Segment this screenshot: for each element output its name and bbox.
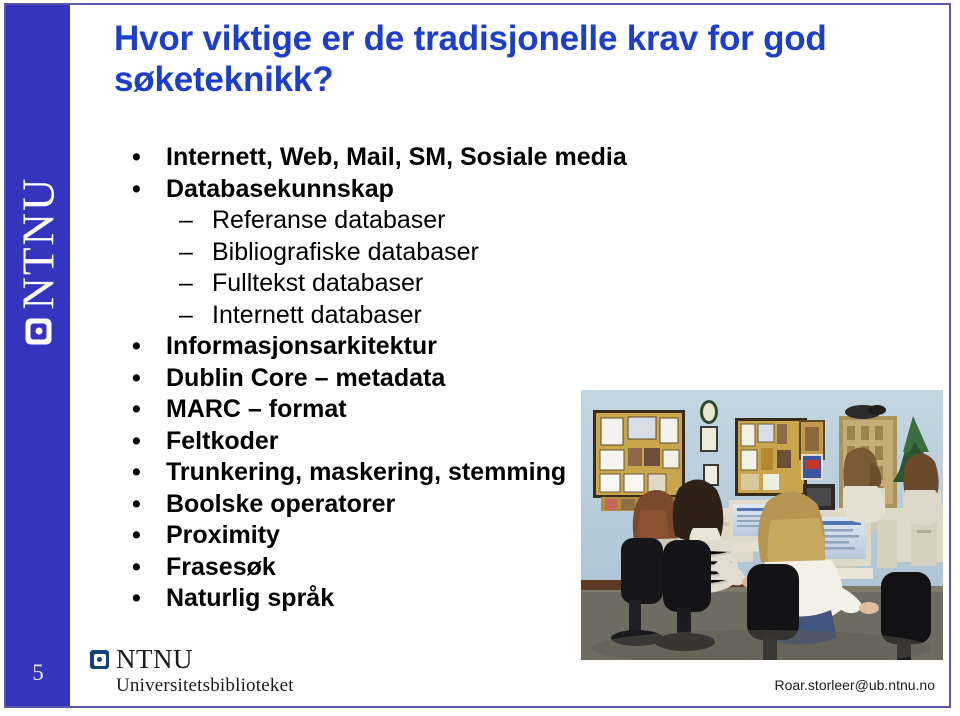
bullet-item-label: Frasesøk: [166, 552, 276, 581]
bullet-item-label: Trunkering, maskering, stemming: [166, 458, 567, 486]
bullet-item-level-2: – Bibliografiske databaser: [122, 237, 682, 269]
computer-lab-photo: [580, 389, 944, 661]
bullet-item-label: Internett, Web, Mail, SM, Sosiale media: [166, 143, 627, 171]
contact-email: Roar.storleer@ub.ntnu.no: [774, 677, 935, 693]
ntnu-footer-logo-text: NTNU: [116, 644, 193, 674]
ntnu-footer-logo: NTNU Universitetsbiblioteket: [90, 646, 294, 695]
bullet-dot-icon: •: [132, 552, 141, 581]
bullet-item-label: Informasjonsarkitektur: [166, 332, 437, 360]
bullet-item-label: Bibliografiske databaser: [212, 237, 479, 266]
slide-number: 5: [32, 660, 44, 685]
bullet-item-label: Internett databaser: [212, 300, 422, 329]
bullet-item-label: Naturlig språk: [166, 584, 335, 612]
bullet-item-level-2: – Referanse databaser: [122, 205, 682, 237]
bullet-dash-icon: –: [179, 300, 193, 329]
bullet-item-level-1: • Databasekunnskap: [122, 174, 682, 206]
ntnu-footer-logo-subtitle: Universitetsbiblioteket: [116, 675, 294, 696]
bullet-dot-icon: •: [132, 584, 141, 612]
bullet-item-label: Dublin Core – metadata: [166, 363, 446, 392]
bullet-item-label: Proximity: [166, 521, 280, 549]
bullet-dot-icon: •: [132, 395, 141, 423]
bullet-item-label: MARC – format: [166, 395, 347, 423]
ntnu-footer-logo-row: NTNU: [90, 646, 294, 673]
bullet-dash-icon: –: [179, 269, 193, 297]
ntnu-square-icon: [25, 318, 52, 345]
bullet-item-label: Feltkoder: [166, 426, 279, 455]
bullet-item-label: Boolske operatorer: [166, 489, 396, 518]
bullet-item-level-1: • Informasjonsarkitektur: [122, 331, 682, 363]
slide-canvas: NTNU 5 Hvor viktige er de tradisjonelle …: [4, 3, 951, 708]
bullet-item-level-2: – Fulltekst databaser: [122, 268, 682, 300]
ntnu-sidebar-logo-text: NTNU: [13, 176, 63, 310]
bullet-item-level-1: • Internett, Web, Mail, SM, Sosiale media: [122, 142, 682, 174]
slide-title: Hvor viktige er de tradisjonelle krav fo…: [114, 19, 827, 99]
slide-sidebar-band: NTNU 5: [6, 5, 71, 706]
bullet-dot-icon: •: [132, 332, 141, 360]
ntnu-sidebar-logo: NTNU: [7, 90, 71, 345]
bullet-item-level-2: – Internett databaser: [122, 300, 682, 332]
bullet-dot-icon: •: [132, 426, 141, 455]
bullet-dash-icon: –: [179, 237, 193, 266]
bullet-item-label: Referanse databaser: [212, 206, 446, 234]
bullet-dash-icon: –: [179, 206, 193, 234]
bullet-item-label: Fulltekst databaser: [212, 269, 424, 297]
bullet-item-label: Databasekunnskap: [166, 174, 394, 203]
bullet-dot-icon: •: [132, 143, 141, 171]
bullet-dot-icon: •: [132, 489, 141, 518]
ntnu-square-icon-footer: [90, 650, 109, 669]
bullet-dot-icon: •: [132, 458, 141, 486]
bullet-dot-icon: •: [132, 174, 141, 203]
bullet-dot-icon: •: [132, 521, 141, 549]
bullet-dot-icon: •: [132, 363, 141, 392]
